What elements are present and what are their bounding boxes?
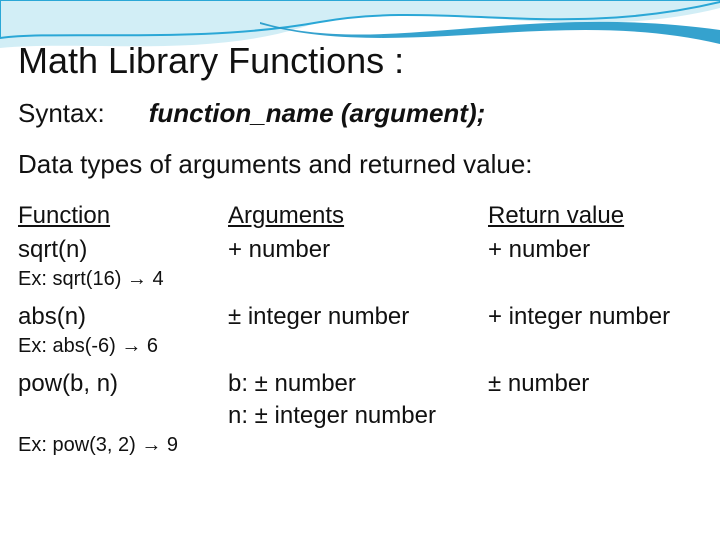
table-row: pow(b, n) b: ± number ± number <box>18 368 702 400</box>
fn-arg: ± integer number <box>228 301 488 333</box>
header-function: Function <box>18 202 228 234</box>
slide-title: Math Library Functions : <box>18 40 702 82</box>
fn-name: pow(b, n) <box>18 368 228 400</box>
fn-ret: ± number <box>488 368 702 400</box>
syntax-row: Syntax: function_name (argument); <box>18 98 702 129</box>
table-row: Ex: sqrt(16) → 4 <box>18 266 702 301</box>
fn-example: Ex: pow(3, 2) → 9 <box>18 432 702 467</box>
fn-arg: b: ± number <box>228 368 488 400</box>
slide-body: Math Library Functions : Syntax: functio… <box>18 40 702 467</box>
fn-ret: + number <box>488 234 702 266</box>
data-types-heading: Data types of arguments and returned val… <box>18 149 702 180</box>
table-row: sqrt(n) + number + number <box>18 234 702 266</box>
fn-name: abs(n) <box>18 301 228 333</box>
header-return: Return value <box>488 202 702 234</box>
table-row: Ex: abs(-6) → 6 <box>18 333 702 368</box>
fn-name: sqrt(n) <box>18 234 228 266</box>
syntax-value: function_name (argument); <box>149 98 486 129</box>
table-row: n: ± integer number <box>18 400 702 432</box>
syntax-label: Syntax: <box>18 98 105 129</box>
fn-ret: + integer number <box>488 301 702 333</box>
table-row: abs(n) ± integer number + integer number <box>18 301 702 333</box>
table-row: Ex: pow(3, 2) → 9 <box>18 432 702 467</box>
fn-example: Ex: abs(-6) → 6 <box>18 333 702 368</box>
fn-arg: + number <box>228 234 488 266</box>
header-arguments: Arguments <box>228 202 488 234</box>
functions-table: Function Arguments Return value sqrt(n) … <box>18 202 702 467</box>
fn-arg: n: ± integer number <box>228 400 488 432</box>
fn-example: Ex: sqrt(16) → 4 <box>18 266 702 301</box>
table-header-row: Function Arguments Return value <box>18 202 702 234</box>
